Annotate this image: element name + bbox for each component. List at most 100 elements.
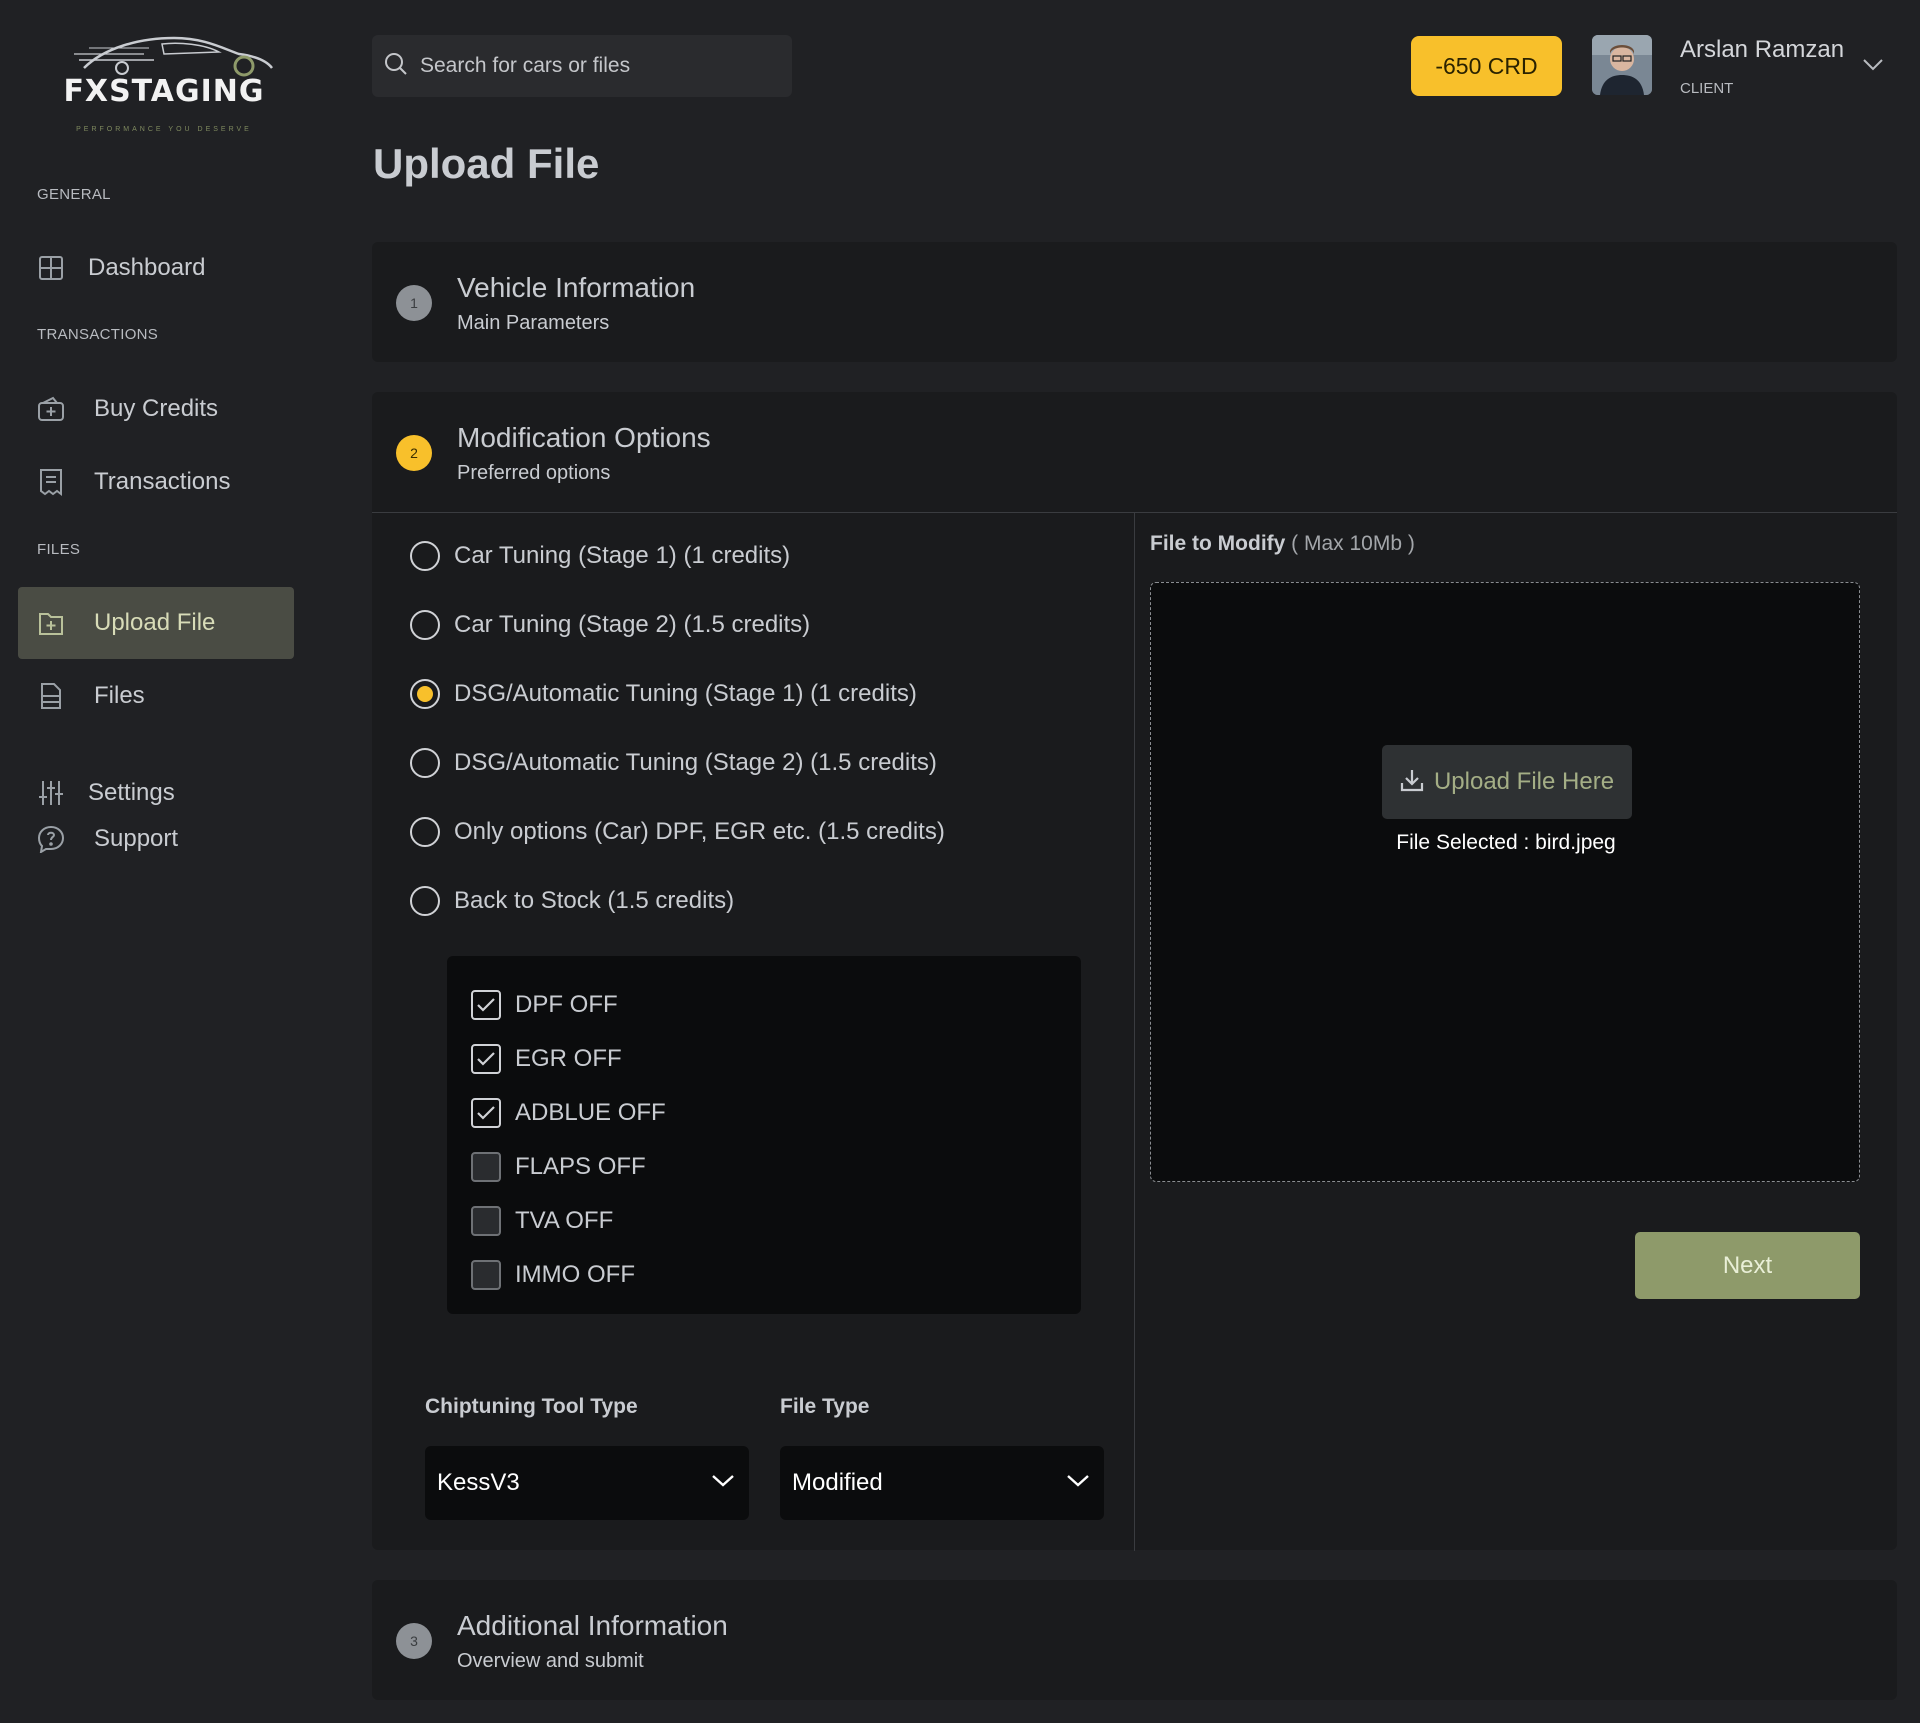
checkbox-option-immo-off[interactable]: IMMO OFF xyxy=(471,1260,635,1290)
step-title: Additional Information xyxy=(457,1610,728,1641)
radio-label: Car Tuning (Stage 2) (1.5 credits) xyxy=(454,611,811,638)
chevron-down-icon xyxy=(711,1474,735,1493)
logo-text-fx: FX xyxy=(63,74,110,109)
sidebar: FXSTAGING PERFORMANCE YOU DESERVE GENERA… xyxy=(0,0,330,1723)
credits-badge[interactable]: -650 CRD xyxy=(1411,36,1562,96)
search-icon xyxy=(384,52,408,81)
upload-button-label: Upload File Here xyxy=(1433,768,1615,795)
upload-file-button[interactable]: Upload File Here xyxy=(1382,745,1632,819)
radio-button[interactable] xyxy=(410,886,440,916)
logo-text: FXSTAGING xyxy=(44,74,284,109)
step-header: 3 Additional Information Overview and su… xyxy=(372,1580,1897,1700)
radio-option-car-stage2[interactable]: Car Tuning (Stage 2) (1.5 credits) xyxy=(410,610,810,640)
radio-label: Car Tuning (Stage 1) (1 credits) xyxy=(454,542,791,569)
radio-label: Back to Stock (1.5 credits) xyxy=(454,887,735,914)
radio-button[interactable] xyxy=(410,679,440,709)
checkbox[interactable] xyxy=(471,1206,501,1236)
radio-button[interactable] xyxy=(410,610,440,640)
sidebar-item-label: Settings xyxy=(88,779,175,806)
file-dropzone[interactable]: Upload File Here File Selected : bird.jp… xyxy=(1150,582,1860,1182)
sidebar-item-label: Buy Credits xyxy=(94,395,219,422)
radio-button[interactable] xyxy=(410,817,440,847)
grid-icon xyxy=(36,253,66,283)
radio-label: Only options (Car) DPF, EGR etc. (1.5 cr… xyxy=(454,818,945,845)
files-icon xyxy=(36,681,66,711)
step-modification-options: 2 Modification Options Preferred options… xyxy=(372,392,1897,1551)
checkbox-option-tva-off[interactable]: TVA OFF xyxy=(471,1206,613,1236)
user-name: Arslan Ramzan xyxy=(1680,36,1845,63)
checkbox-label: ADBLUE OFF xyxy=(515,1099,666,1126)
sidebar-item-label: Upload File xyxy=(94,609,216,636)
step-vehicle-information[interactable]: 1 Vehicle Information Main Parameters xyxy=(372,242,1897,362)
sidebar-item-transactions[interactable]: Transactions xyxy=(18,446,294,518)
checkbox[interactable] xyxy=(471,1152,501,1182)
checkbox[interactable] xyxy=(471,1044,501,1074)
file-selected-name: bird.jpeg xyxy=(1535,831,1616,854)
sidebar-item-upload-file[interactable]: Upload File xyxy=(18,587,294,659)
step-number: 1 xyxy=(396,285,432,321)
checkbox-option-flaps-off[interactable]: FLAPS OFF xyxy=(471,1152,646,1182)
checkbox-option-egr-off[interactable]: EGR OFF xyxy=(471,1044,622,1074)
car-logo-icon xyxy=(74,36,273,77)
step-header[interactable]: 2 Modification Options Preferred options xyxy=(372,392,1897,512)
tool-type-select[interactable]: KessV3 xyxy=(425,1446,749,1520)
step-header: 1 Vehicle Information Main Parameters xyxy=(372,242,1897,362)
sidebar-item-label: Files xyxy=(94,682,145,709)
brand-logo[interactable]: FXSTAGING PERFORMANCE YOU DESERVE xyxy=(44,30,284,133)
avatar[interactable] xyxy=(1592,35,1652,95)
step-subtitle: Preferred options xyxy=(457,462,611,484)
radio-label: DSG/Automatic Tuning (Stage 1) (1 credit… xyxy=(454,680,917,707)
step-number: 2 xyxy=(396,435,432,471)
extra-options-box: DPF OFF EGR OFF ADBLUE OFF FLAPS OFF TVA… xyxy=(447,956,1081,1314)
sidebar-item-label: Dashboard xyxy=(88,254,206,281)
chevron-down-icon xyxy=(1066,1474,1090,1493)
search-input[interactable] xyxy=(420,54,780,78)
file-plus-icon xyxy=(36,608,66,638)
radio-label: DSG/Automatic Tuning (Stage 2) (1.5 cred… xyxy=(454,749,937,776)
file-to-modify-label: File to Modify ( Max 10Mb ) xyxy=(1150,532,1415,556)
sidebar-item-settings[interactable]: Settings xyxy=(18,770,294,816)
nav-section-general: GENERAL xyxy=(37,186,111,203)
checkbox-label: EGR OFF xyxy=(515,1045,622,1072)
select-value: KessV3 xyxy=(437,1469,520,1496)
sidebar-item-support[interactable]: Support xyxy=(18,816,294,862)
file-selected-text: File Selected : bird.jpeg xyxy=(1151,831,1861,855)
radio-button[interactable] xyxy=(410,541,440,571)
file-selected-prefix: File Selected : xyxy=(1396,831,1536,854)
step-title: Modification Options xyxy=(457,422,711,453)
user-role: CLIENT xyxy=(1680,80,1734,97)
sidebar-item-label: Support xyxy=(94,825,179,852)
radio-option-only-options[interactable]: Only options (Car) DPF, EGR etc. (1.5 cr… xyxy=(410,817,945,847)
step-additional-information[interactable]: 3 Additional Information Overview and su… xyxy=(372,1580,1897,1700)
step-subtitle: Overview and submit xyxy=(457,1650,644,1672)
search-bar[interactable] xyxy=(372,35,792,97)
checkbox-option-adblue-off[interactable]: ADBLUE OFF xyxy=(471,1098,666,1128)
checkbox[interactable] xyxy=(471,1098,501,1128)
next-button[interactable]: Next xyxy=(1635,1232,1860,1299)
file-type-label: File Type xyxy=(780,1395,870,1418)
checkbox-label: DPF OFF xyxy=(515,991,618,1018)
checkbox[interactable] xyxy=(471,1260,501,1290)
checkbox-label: IMMO OFF xyxy=(515,1261,635,1288)
file-type-select[interactable]: Modified xyxy=(780,1446,1104,1520)
step-number: 3 xyxy=(396,1623,432,1659)
radio-option-dsg-stage2[interactable]: DSG/Automatic Tuning (Stage 2) (1.5 cred… xyxy=(410,748,937,778)
sliders-icon xyxy=(36,778,66,808)
nav-section-files: FILES xyxy=(37,541,81,558)
checkbox[interactable] xyxy=(471,990,501,1020)
checkmark-icon xyxy=(477,1106,495,1120)
checkbox-option-dpf-off[interactable]: DPF OFF xyxy=(471,990,618,1020)
checkmark-icon xyxy=(477,998,495,1012)
logo-text-rest: STAGING xyxy=(109,74,265,109)
chevron-down-icon[interactable] xyxy=(1862,58,1884,77)
radio-option-back-to-stock[interactable]: Back to Stock (1.5 credits) xyxy=(410,886,734,916)
receipt-icon xyxy=(36,467,66,497)
radio-button[interactable] xyxy=(410,748,440,778)
sidebar-item-dashboard[interactable]: Dashboard xyxy=(18,232,294,304)
sidebar-item-files[interactable]: Files xyxy=(18,660,294,732)
checkbox-label: TVA OFF xyxy=(515,1207,614,1234)
radio-option-dsg-stage1[interactable]: DSG/Automatic Tuning (Stage 1) (1 credit… xyxy=(410,679,917,709)
sidebar-item-buy-credits[interactable]: Buy Credits xyxy=(18,373,294,445)
step-title: Vehicle Information xyxy=(457,272,696,303)
radio-option-car-stage1[interactable]: Car Tuning (Stage 1) (1 credits) xyxy=(410,541,790,571)
